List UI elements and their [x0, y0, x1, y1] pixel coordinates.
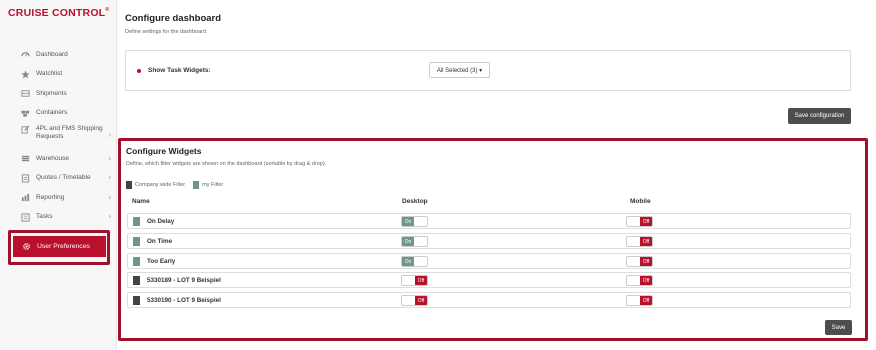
widgets-legend: Company wide Filter my Filter [126, 181, 231, 189]
quotes-icon [21, 174, 30, 183]
sidebar-item-label: Reporting [36, 193, 65, 201]
reporting-icon [21, 193, 30, 202]
desktop-toggle[interactable]: Off [401, 275, 428, 286]
my-filter-swatch [193, 181, 200, 189]
sidebar-item-label: Dashboard [36, 50, 68, 58]
toggle-off-label: Off [415, 296, 427, 305]
sidebar: CRUISE CONTROL® Dashboard Watchlist Ship… [0, 0, 117, 350]
widgets-title: Configure Widgets [126, 146, 202, 156]
sidebar-item-tasks[interactable]: Tasks › [0, 208, 117, 228]
widget-row[interactable]: On Delay On Off [127, 213, 851, 229]
save-button[interactable]: Save [825, 320, 852, 335]
page-title: Configure dashboard [125, 13, 222, 24]
sidebar-item-dashboard[interactable]: Dashboard [0, 45, 117, 65]
mobile-toggle[interactable]: Off [626, 216, 653, 227]
edit-icon [21, 125, 30, 134]
task-widgets-dropdown[interactable]: All Selected (3) ▾ [429, 62, 490, 78]
app-logo[interactable]: CRUISE CONTROL® [8, 7, 109, 19]
chevron-right-icon: › [108, 132, 111, 139]
sidebar-item-label: Tasks [36, 213, 53, 221]
toggle-off-label: Off [640, 296, 652, 305]
widget-row[interactable]: On Time On Off [127, 233, 851, 249]
drag-handle-icon[interactable] [133, 237, 140, 246]
sidebar-item-shipments[interactable]: Shipments [0, 84, 117, 104]
sidebar-item-watchlist[interactable]: Watchlist [0, 65, 117, 85]
toggle-off-label: Off [415, 276, 427, 285]
sidebar-item-label: 4PL and FMS Shipping Requests [36, 125, 103, 140]
desktop-toggle[interactable]: On [401, 256, 428, 267]
sidebar-item-reporting[interactable]: Reporting › [0, 188, 117, 208]
shipments-icon [21, 89, 30, 98]
toggle-off-label: Off [640, 217, 652, 226]
widget-row[interactable]: 5330190 - LOT 9 Beispiel Off Off [127, 292, 851, 308]
sidebar-item-label: User Preferences [37, 243, 90, 250]
drag-handle-icon[interactable] [133, 296, 140, 305]
sidebar-item-user-preferences[interactable]: User Preferences [13, 236, 106, 257]
chevron-right-icon: › [108, 174, 111, 182]
sidebar-item-containers[interactable]: Containers [0, 104, 117, 124]
chevron-right-icon: › [108, 213, 111, 221]
drag-handle-icon[interactable] [133, 217, 140, 226]
sidebar-item-label: Containers [36, 109, 68, 117]
toggle-on-label: On [402, 237, 414, 246]
desktop-toggle[interactable]: On [401, 216, 428, 227]
widget-name: 5330189 - LOT 9 Beispiel [147, 277, 221, 284]
sidebar-nav: Dashboard Watchlist Shipments Containers… [0, 45, 117, 227]
dashboard-icon [21, 50, 30, 59]
widget-row[interactable]: Too Early On Off [127, 253, 851, 269]
widget-name: 5330190 - LOT 9 Beispiel [147, 297, 221, 304]
star-icon [21, 70, 30, 79]
toggle-off-label: Off [640, 276, 652, 285]
toggle-on-label: On [402, 217, 414, 226]
sidebar-item-quotes[interactable]: Quotes / Timetable › [0, 169, 117, 189]
chevron-right-icon: › [108, 155, 111, 163]
containers-icon [21, 109, 30, 118]
sidebar-item-label: Warehouse [36, 154, 69, 162]
company-filter-swatch [126, 181, 132, 189]
sidebar-item-label: Quotes / Timetable [36, 174, 91, 182]
save-configuration-button[interactable]: Save configuration [788, 108, 851, 124]
widget-row[interactable]: 5330189 - LOT 9 Beispiel Off Off [127, 272, 851, 288]
mobile-toggle[interactable]: Off [626, 295, 653, 306]
widgets-subtitle: Define, which filter widgets are shown o… [126, 161, 327, 167]
chevron-right-icon: › [108, 194, 111, 202]
column-header-desktop: Desktop [402, 198, 428, 205]
mobile-toggle[interactable]: Off [626, 275, 653, 286]
required-dot-icon [137, 69, 141, 73]
widget-name: On Delay [147, 218, 175, 225]
warehouse-icon [21, 154, 30, 163]
gear-icon [22, 242, 31, 251]
column-header-mobile: Mobile [630, 198, 651, 205]
sidebar-item-warehouse[interactable]: Warehouse › [0, 149, 117, 169]
mobile-toggle[interactable]: Off [626, 256, 653, 267]
column-header-name: Name [132, 198, 150, 205]
desktop-toggle[interactable]: Off [401, 295, 428, 306]
show-task-widgets-label: Show Task Widgets: [148, 67, 211, 74]
toggle-off-label: Off [640, 257, 652, 266]
toggle-off-label: Off [640, 237, 652, 246]
mobile-toggle[interactable]: Off [626, 236, 653, 247]
widget-name: Too Early [147, 258, 176, 265]
toggle-on-label: On [402, 257, 414, 266]
sidebar-item-label: Watchlist [36, 70, 63, 78]
page-subtitle: Define settings for the dashboard [125, 29, 207, 35]
legend-company-wide: Company wide Filter [135, 182, 186, 188]
dashboard-settings-panel: Show Task Widgets: All Selected (3) ▾ [125, 50, 851, 91]
desktop-toggle[interactable]: On [401, 236, 428, 247]
tasks-icon [21, 213, 30, 222]
sidebar-item-shipping-requests[interactable]: 4PL and FMS Shipping Requests › [0, 123, 117, 149]
drag-handle-icon[interactable] [133, 257, 140, 266]
drag-handle-icon[interactable] [133, 276, 140, 285]
legend-my-filter: my Filter [202, 182, 224, 188]
sidebar-item-label: Shipments [36, 89, 67, 97]
widget-name: On Time [147, 238, 173, 245]
